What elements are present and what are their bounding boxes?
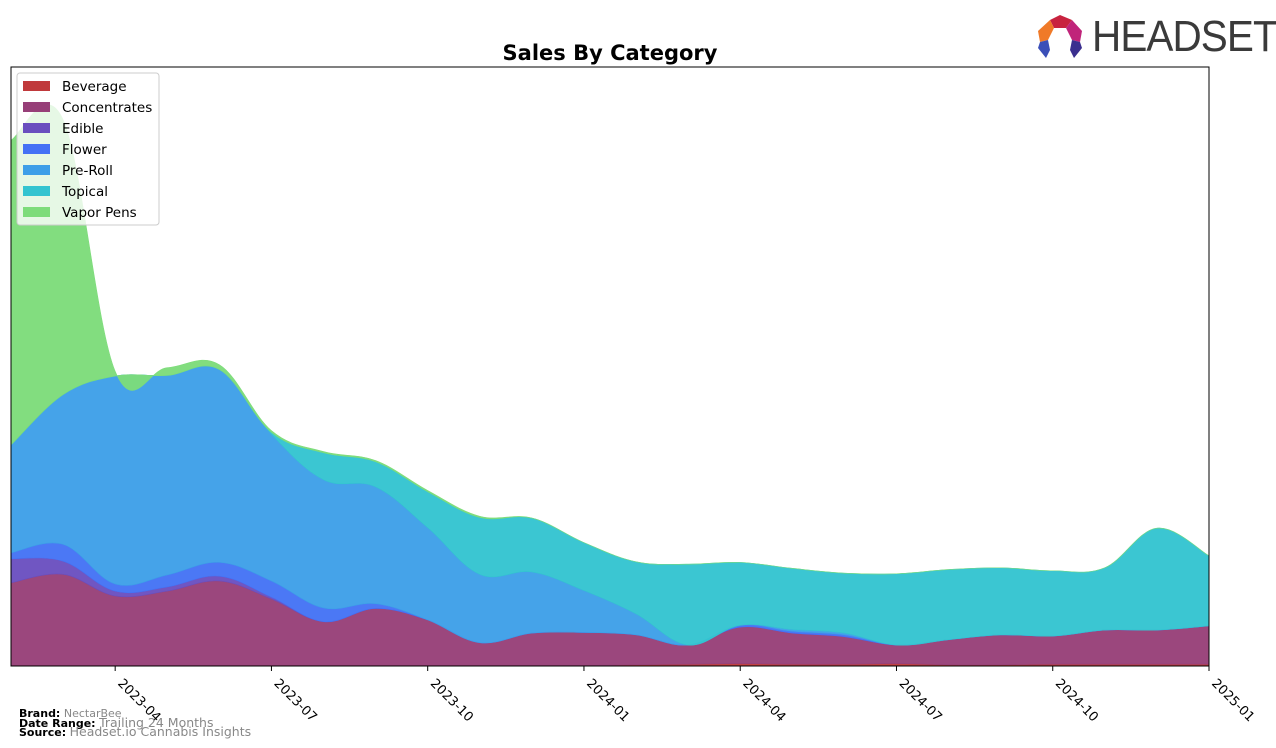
legend-swatch-concentrates: [23, 102, 50, 112]
footer-source: Source: Headset.io Cannabis Insights: [19, 724, 252, 739]
chart-title: Sales By Category: [503, 41, 718, 65]
x-tick-label: 2025-01: [1208, 676, 1257, 725]
legend-label: Edible: [62, 121, 103, 137]
x-tick-label: 2024-10: [1052, 676, 1101, 725]
legend-swatch-edible: [23, 123, 50, 133]
legend-label: Beverage: [62, 79, 127, 95]
stacked-areas: [10, 104, 1210, 667]
legend-label: Concentrates: [62, 100, 152, 116]
x-tick-label: 2023-10: [427, 676, 476, 725]
headset-logo-text: HEADSET: [1092, 12, 1276, 61]
x-axis: 2023-04 2023-07 2023-10 2024-01 2024-04 2024-…: [114, 666, 1257, 725]
legend-label: Flower: [62, 142, 107, 158]
footer-source-label: Source:: [19, 726, 67, 739]
headset-logo: HEADSET: [1036, 12, 1276, 62]
legend-swatch-pre-roll: [23, 165, 50, 175]
legend-label: Pre-Roll: [62, 163, 113, 179]
legend-label: Topical: [61, 184, 108, 200]
legend-swatch-vapor-pens: [23, 207, 50, 217]
legend-swatch-flower: [23, 144, 50, 154]
x-tick-label: 2024-04: [739, 676, 788, 725]
headset-logo-icon: [1038, 15, 1082, 58]
sales-by-category-chart: Sales By Category 2023-04 2023-07 2023-10 2…: [10, 41, 1257, 725]
legend-swatch-topical: [23, 186, 50, 196]
footer-source-value: Headset.io Cannabis Insights: [69, 724, 252, 739]
legend: Beverage Concentrates Edible Flower Pre-Roll…: [16, 72, 160, 226]
x-tick-label: 2023-07: [271, 676, 320, 725]
x-tick-label: 2024-01: [583, 676, 632, 725]
legend-swatch-beverage: [23, 81, 50, 91]
legend-label: Vapor Pens: [62, 205, 137, 221]
x-tick-label: 2024-07: [896, 676, 945, 725]
